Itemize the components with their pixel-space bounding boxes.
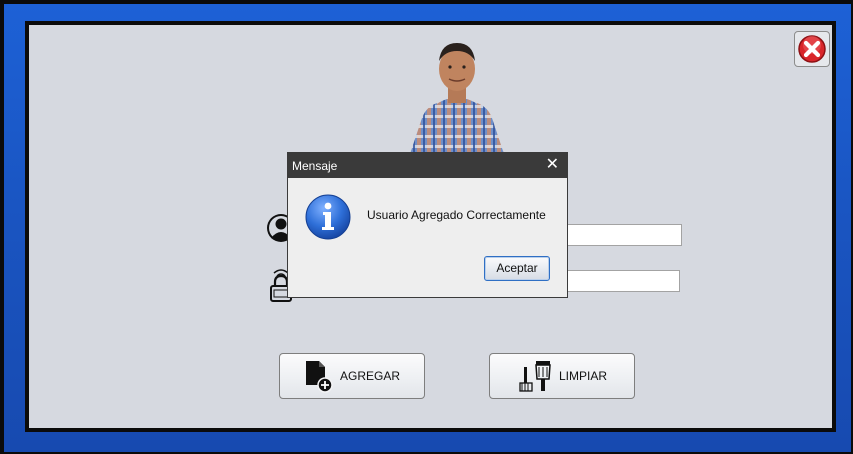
close-x-icon: [798, 35, 826, 63]
user-photo: [409, 43, 505, 157]
message-dialog: Mensaje ✕ Usuario Agregado Correctamente…: [287, 152, 568, 298]
dialog-message: Usuario Agregado Correctamente: [367, 208, 546, 222]
dialog-titlebar[interactable]: Mensaje ✕: [288, 153, 567, 178]
add-button[interactable]: AGREGAR: [279, 353, 425, 399]
password-field[interactable]: [549, 270, 680, 292]
accept-button[interactable]: Aceptar: [484, 256, 550, 281]
dialog-title: Mensaje: [292, 159, 338, 173]
clear-button-label: LIMPIAR: [558, 369, 607, 383]
add-document-icon: [305, 361, 333, 393]
dialog-close-icon[interactable]: ✕: [546, 157, 559, 173]
broom-brush-icon: [519, 361, 551, 392]
info-icon: [305, 194, 351, 240]
add-button-label: AGREGAR: [339, 369, 400, 383]
close-app-button[interactable]: [794, 31, 830, 67]
username-field[interactable]: [549, 224, 682, 246]
clear-button[interactable]: LIMPIAR: [489, 353, 635, 399]
